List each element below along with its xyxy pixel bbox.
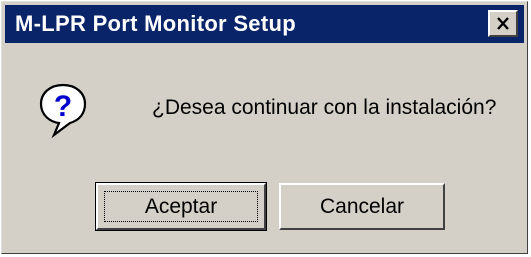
dialog-message: ¿Desea continuar con la instalación? [152, 96, 497, 119]
close-button[interactable] [488, 10, 518, 37]
focus-rectangle [104, 191, 258, 222]
question-icon: ? [38, 82, 88, 139]
svg-text:?: ? [54, 90, 72, 123]
title-bar[interactable]: M-LPR Port Monitor Setup [5, 5, 524, 43]
dialog-window: M-LPR Port Monitor Setup ? ¿Desea contin… [1, 1, 528, 254]
cancel-button-label: Cancelar [319, 194, 405, 218]
accept-button[interactable]: Aceptar [95, 182, 267, 231]
dialog-title: M-LPR Port Monitor Setup [15, 11, 296, 36]
cancel-button[interactable]: Cancelar [279, 183, 445, 230]
close-icon [496, 17, 510, 30]
